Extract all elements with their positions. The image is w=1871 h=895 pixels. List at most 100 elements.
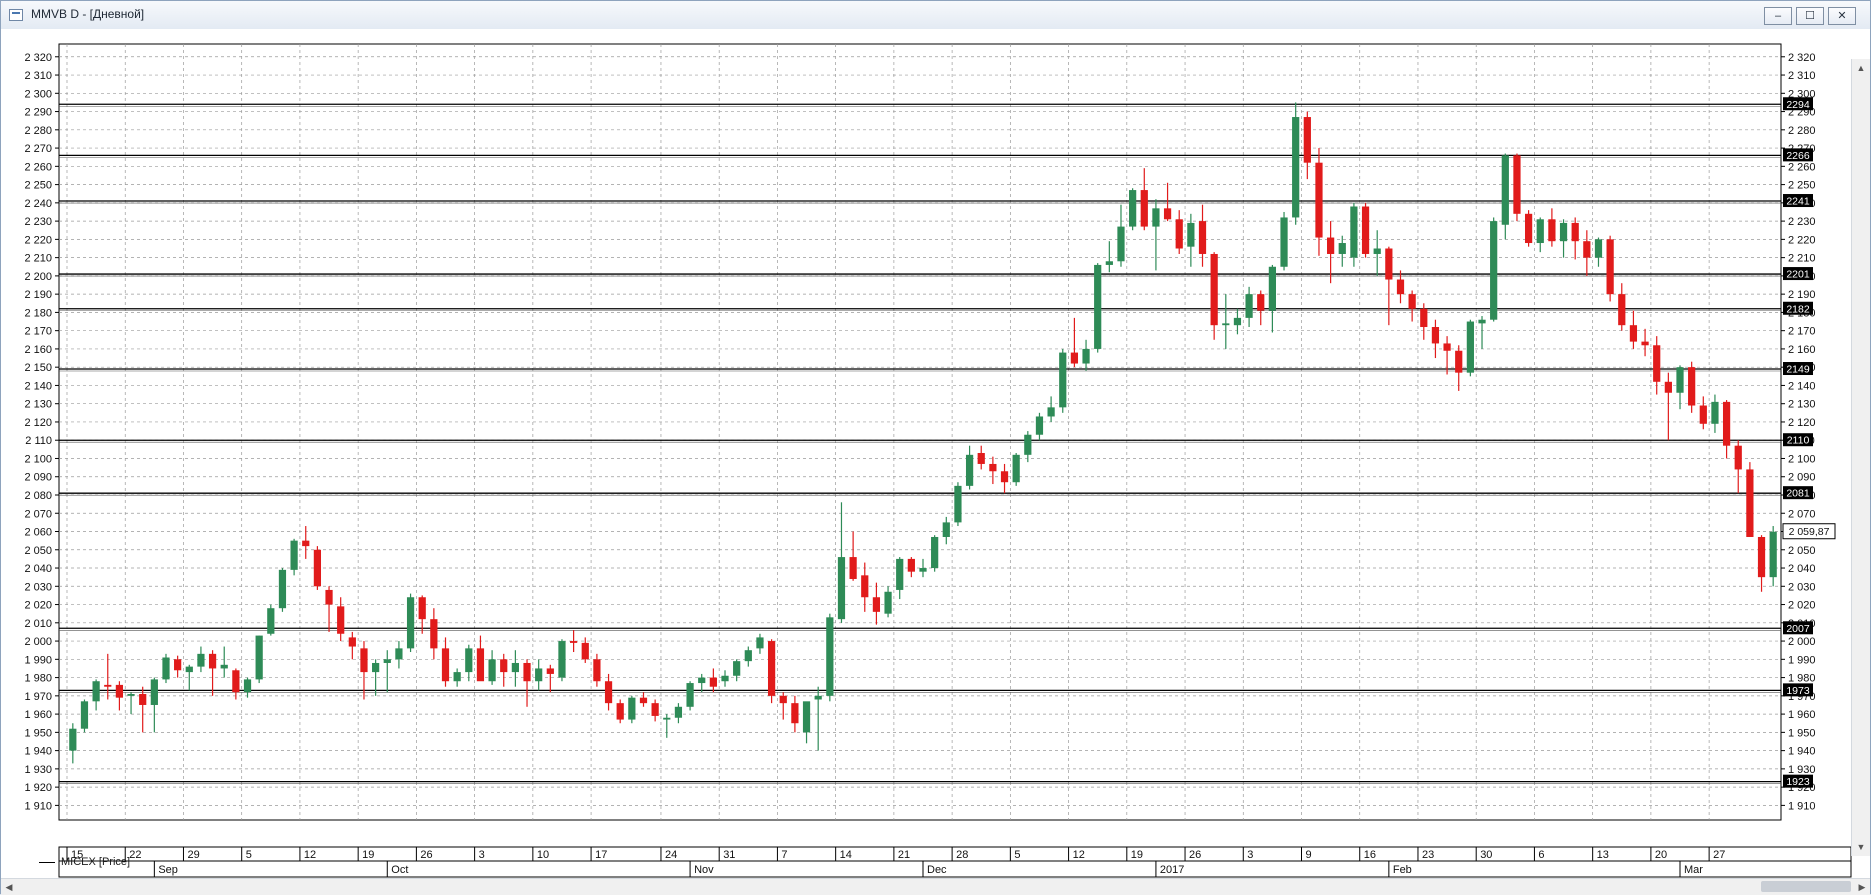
- candle-body-up: [826, 617, 834, 696]
- candle-body-up: [1501, 155, 1509, 225]
- y-tick-label-left: 1 980: [24, 673, 52, 685]
- candle-body-down: [1327, 237, 1335, 254]
- minimize-icon: –: [1774, 9, 1782, 22]
- x-day-label: 19: [362, 849, 374, 861]
- candle-body-down: [1408, 294, 1416, 309]
- y-tick-label-left: 2 310: [24, 70, 52, 82]
- candle-body-up: [80, 701, 89, 729]
- x-day-label: 17: [595, 849, 607, 861]
- title-bar[interactable]: MMVB D - [Дневной] – ☐ ✕: [1, 1, 1870, 30]
- x-day-label: 27: [1713, 849, 1725, 861]
- candle-body-down: [1571, 222, 1579, 242]
- candle-body-down: [604, 681, 613, 704]
- candle-body-down: [651, 703, 659, 716]
- minimize-button[interactable]: –: [1764, 7, 1792, 25]
- x-day-label: 12: [1073, 849, 1085, 861]
- candle-body-up: [1292, 117, 1300, 218]
- candle-body-down: [907, 558, 915, 572]
- candle-body-up: [628, 697, 636, 720]
- candle-body-down: [779, 695, 787, 704]
- horizontal-scrollbar[interactable]: ◀ ▶: [1, 878, 1870, 895]
- maximize-button[interactable]: ☐: [1796, 7, 1824, 25]
- candle-body-up: [1094, 264, 1102, 349]
- x-day-label: 16: [1364, 849, 1376, 861]
- candle-body-down: [104, 684, 112, 687]
- level-label: 2294: [1786, 99, 1810, 111]
- y-tick-label-left: 2 210: [24, 253, 52, 265]
- x-day-label: 20: [1655, 849, 1667, 861]
- candle-body-up: [663, 717, 671, 720]
- x-day-label: 31: [723, 849, 735, 861]
- y-tick-label-right: 2 250: [1788, 180, 1816, 192]
- candle-body-down: [208, 653, 217, 669]
- close-icon: ✕: [1837, 9, 1847, 22]
- time-axis: [58, 846, 1852, 878]
- candle-body-up: [1222, 323, 1230, 326]
- candle-body-up: [488, 659, 496, 682]
- candle-body-down: [1618, 294, 1626, 326]
- y-tick-label-right: 2 220: [1788, 234, 1816, 246]
- candle-body-up: [744, 650, 752, 662]
- candle-body-down: [1443, 343, 1451, 351]
- candle-body-up: [1233, 317, 1242, 326]
- candle-body-up: [1280, 217, 1288, 267]
- chart-area[interactable]: 2 320 2 320 2 310 2 310 2 300 2 300 2 290 2 290…: [1, 29, 1870, 879]
- candle-body-down: [360, 648, 368, 673]
- candle-body-up: [453, 672, 461, 682]
- x-day-label: 5: [246, 849, 252, 861]
- scroll-up-icon[interactable]: ▲: [1852, 59, 1870, 77]
- y-tick-label-left: 1 970: [24, 691, 52, 703]
- candle-body-down: [1653, 345, 1661, 382]
- x-day-label: 28: [956, 849, 968, 861]
- candle-body-up: [290, 540, 298, 570]
- y-tick-label-left: 1 960: [24, 709, 52, 721]
- candle-body-up: [1059, 352, 1067, 408]
- candle-body-down: [139, 694, 147, 705]
- x-day-label: 21: [898, 849, 910, 861]
- x-day-label: 26: [420, 849, 432, 861]
- candle-body-up: [1490, 221, 1498, 320]
- candle-body-down: [1175, 219, 1183, 249]
- candle-body-up: [686, 683, 694, 707]
- y-tick-label-right: 2 120: [1788, 417, 1816, 429]
- candle-body-up: [884, 591, 892, 614]
- y-tick-label-left: 2 230: [24, 216, 52, 228]
- level-label: 2182: [1786, 303, 1810, 315]
- scroll-left-icon[interactable]: ◀: [1, 879, 17, 895]
- horizontal-scroll-thumb[interactable]: [1761, 881, 1851, 892]
- candle-body-up: [558, 641, 566, 678]
- candle-body-down: [523, 662, 531, 682]
- y-tick-label-right: 1 950: [1788, 727, 1816, 739]
- candle-body-down: [348, 637, 356, 647]
- candle-body-up: [185, 666, 193, 673]
- x-month-label: Oct: [391, 864, 408, 876]
- level-label: 2201: [1786, 269, 1810, 281]
- scroll-down-icon[interactable]: ▼: [1852, 838, 1870, 856]
- x-day-label: 9: [1306, 849, 1312, 861]
- x-month-label: Sep: [158, 864, 178, 876]
- vertical-scrollbar[interactable]: ▲ ▼: [1851, 59, 1870, 856]
- y-tick-label-left: 2 160: [24, 344, 52, 356]
- y-tick-label-right: 2 100: [1788, 453, 1816, 465]
- y-tick-label-left: 1 940: [24, 746, 52, 758]
- candle-body-down: [581, 642, 589, 660]
- candle-body-up: [954, 485, 962, 523]
- candle-body-down: [546, 668, 554, 674]
- close-button[interactable]: ✕: [1828, 7, 1856, 25]
- x-day-label: 24: [665, 849, 677, 861]
- scroll-right-icon[interactable]: ▶: [1854, 879, 1870, 895]
- candle-body-down: [639, 697, 648, 704]
- last-price-label: 2 059,87: [1789, 526, 1830, 538]
- candle-body-up: [395, 648, 403, 660]
- candle-body-up: [220, 664, 228, 669]
- candlestick-chart[interactable]: 2 320 2 3202 310 2 3102 300 2 3002 290 2 290…: [1, 29, 1870, 879]
- y-tick-label-left: 2 240: [24, 198, 52, 210]
- candle-body-up: [1024, 434, 1032, 455]
- candle-body-up: [1536, 219, 1544, 244]
- candle-body-up: [1035, 416, 1044, 435]
- y-tick-label-right: 2 230: [1788, 216, 1816, 228]
- candle-body-up: [965, 454, 974, 486]
- candle-body-up: [733, 661, 741, 676]
- candle-body-up: [837, 557, 846, 620]
- candle-body-down: [570, 641, 578, 643]
